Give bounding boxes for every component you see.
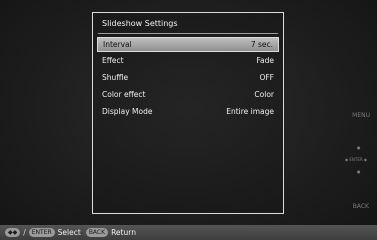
setting-value: Color	[254, 90, 274, 99]
setting-row-color-effect[interactable]: Color effect Color	[97, 86, 279, 103]
select-label: Select	[57, 228, 81, 237]
setting-row-effect[interactable]: Effect Fade	[97, 52, 279, 69]
panel-title: Slideshow Settings	[102, 19, 178, 28]
slideshow-settings-screen: Slideshow Settings Interval 7 sec. Effec…	[0, 0, 377, 240]
setting-row-display-mode[interactable]: Display Mode Entire image	[97, 103, 279, 120]
dpad-hint: ● ◆ ENTER ◆ ●	[345, 145, 371, 179]
dpad-up-icon: ●	[357, 145, 361, 150]
setting-value: 7 sec.	[250, 40, 273, 49]
settings-list: Interval 7 sec. Effect Fade Shuffle OFF …	[97, 37, 279, 120]
setting-label: Shuffle	[102, 73, 129, 82]
setting-label: Display Mode	[102, 107, 153, 116]
setting-value: Fade	[256, 56, 274, 65]
dpad-enter-hint: ◆ ENTER ◆	[345, 157, 367, 162]
settings-panel: Slideshow Settings Interval 7 sec. Effec…	[92, 12, 284, 214]
enter-hint-label: ENTER	[349, 157, 363, 162]
setting-row-shuffle[interactable]: Shuffle OFF	[97, 69, 279, 86]
setting-label: Effect	[102, 56, 124, 65]
title-divider	[98, 33, 278, 34]
slash-separator: /	[23, 228, 26, 237]
dpad-down-icon: ●	[357, 169, 361, 174]
setting-value: Entire image	[226, 107, 274, 116]
arrow-keys-icon: ◆◆	[5, 228, 21, 237]
enter-key-icon: ENTER	[28, 228, 55, 237]
setting-label: Color effect	[102, 90, 146, 99]
footer-hint-bar: ◆◆ / ENTER Select BACK Return	[0, 225, 377, 240]
return-label: Return	[111, 228, 136, 237]
back-hint: BACK	[352, 203, 369, 210]
back-key-icon: BACK	[85, 228, 109, 237]
setting-label: Interval	[103, 40, 132, 49]
setting-row-interval[interactable]: Interval 7 sec.	[97, 37, 279, 52]
menu-hint: MENU	[352, 112, 370, 119]
setting-value: OFF	[259, 73, 274, 82]
